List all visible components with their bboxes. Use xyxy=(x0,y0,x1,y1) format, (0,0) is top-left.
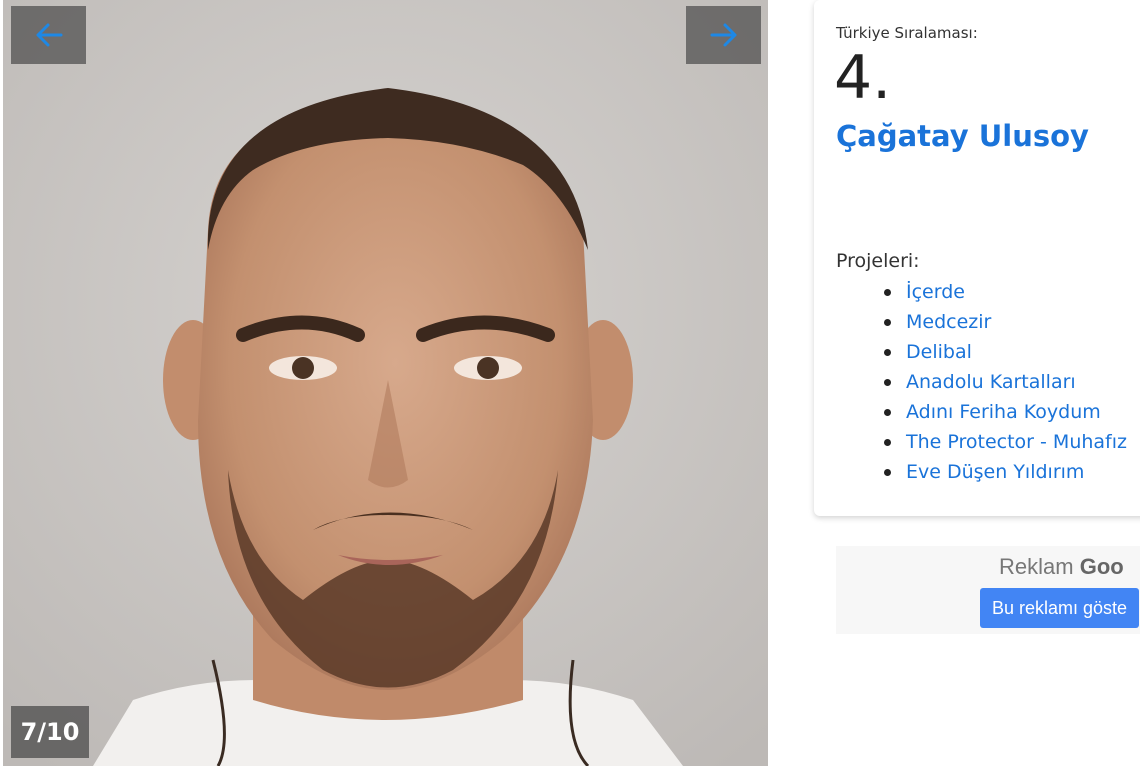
project-link[interactable]: Adını Feriha Koydum xyxy=(906,401,1101,423)
next-photo-button[interactable] xyxy=(686,6,761,64)
rank-value: 4. xyxy=(834,43,892,113)
arrow-left-icon xyxy=(36,23,62,47)
project-link[interactable]: Eve Düşen Yıldırım xyxy=(906,461,1084,483)
arrow-right-icon xyxy=(710,23,736,47)
hide-ad-button[interactable]: Bu reklamı göste xyxy=(980,588,1140,628)
project-link[interactable]: The Protector - Muhafız xyxy=(906,431,1127,453)
portrait-image xyxy=(3,0,768,766)
ad-label-brand: Goo xyxy=(1079,554,1124,579)
ad-label: Reklam Goo xyxy=(999,554,1124,580)
ad-label-prefix: Reklam xyxy=(999,554,1074,579)
celebrity-info-card: Türkiye Sıralaması: 4. Çağatay Ulusoy Pr… xyxy=(814,0,1140,516)
list-item: Medcezir xyxy=(884,308,1127,338)
list-item: Adını Feriha Koydum xyxy=(884,398,1127,428)
rank-label: Türkiye Sıralaması: xyxy=(836,24,978,42)
list-item: İçerde xyxy=(884,278,1127,308)
celebrity-name-link[interactable]: Çağatay Ulusoy xyxy=(836,119,1089,153)
project-link[interactable]: Delibal xyxy=(906,341,972,363)
photo-counter: 7/10 xyxy=(11,706,89,758)
list-item: The Protector - Muhafız xyxy=(884,428,1127,458)
list-item: Delibal xyxy=(884,338,1127,368)
projects-list: İçerde Medcezir Delibal Anadolu Kartalla… xyxy=(884,278,1127,488)
project-link[interactable]: İçerde xyxy=(906,281,965,303)
projects-label: Projeleri: xyxy=(836,250,920,272)
gallery-photo: 7/10 xyxy=(3,0,768,766)
previous-photo-button[interactable] xyxy=(11,6,86,64)
project-link[interactable]: Medcezir xyxy=(906,311,991,333)
list-item: Anadolu Kartalları xyxy=(884,368,1127,398)
ad-container: Reklam Goo Bu reklamı göste xyxy=(836,546,1140,634)
project-link[interactable]: Anadolu Kartalları xyxy=(906,371,1076,393)
list-item: Eve Düşen Yıldırım xyxy=(884,458,1127,488)
